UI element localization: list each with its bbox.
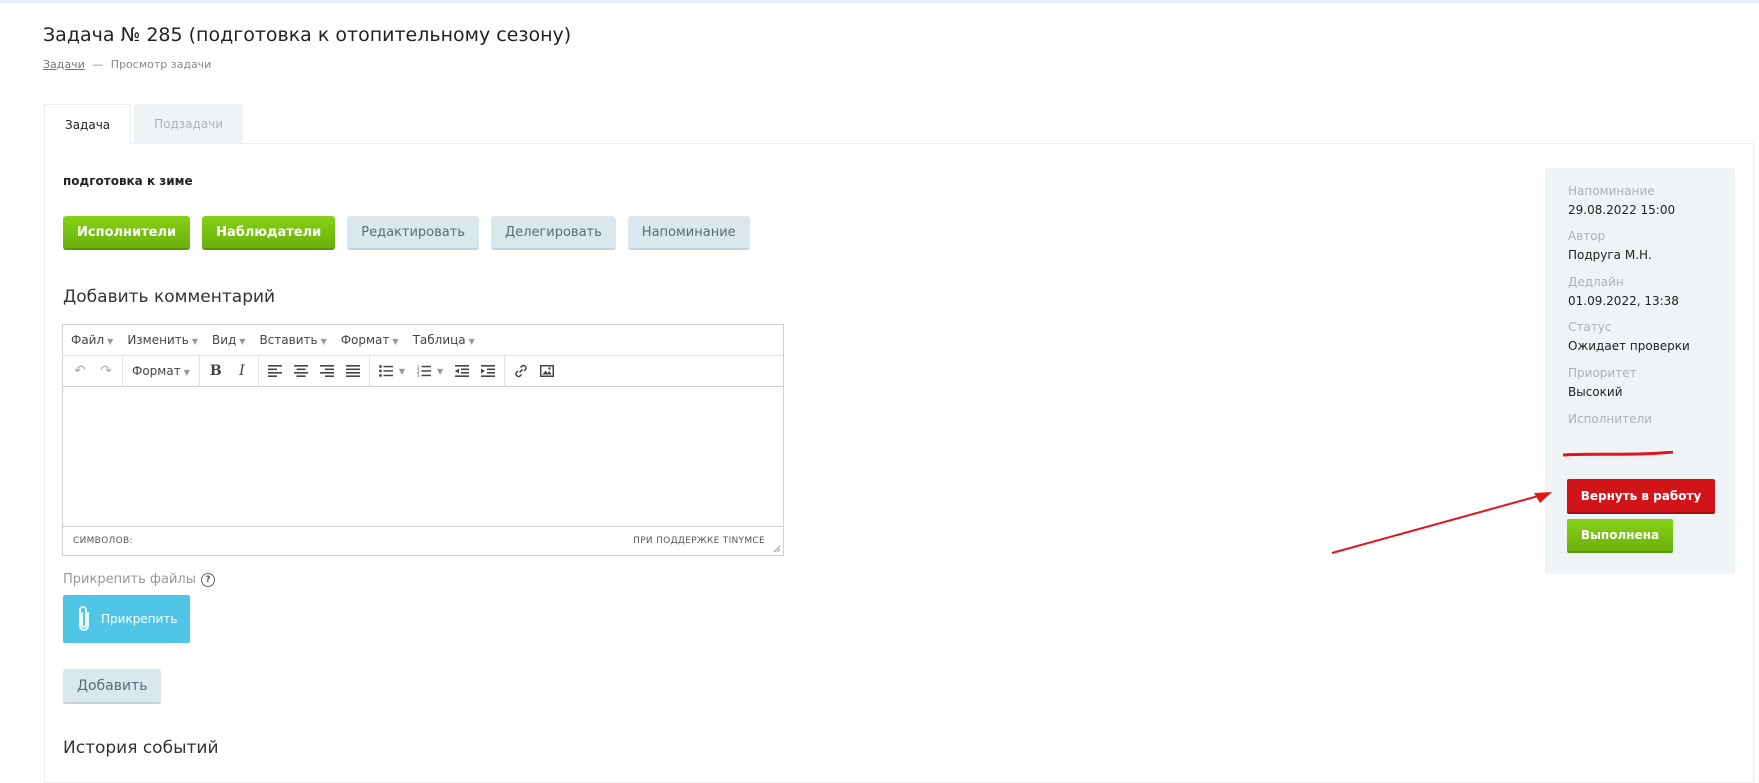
paperclip-icon <box>79 606 89 631</box>
menu-view-label: Вид <box>211 333 237 347</box>
menu-insert[interactable]: Вставить ▼ <box>259 333 326 347</box>
info-priority: Приоритет Высокий <box>1568 366 1637 401</box>
toolbar-divider <box>504 355 506 387</box>
attach-files-text: Прикрепить файлы <box>63 572 196 587</box>
caret-down-icon: ▼ <box>468 337 475 346</box>
breadcrumb-tasks-link[interactable]: Задачи <box>43 58 85 71</box>
menu-file-label: Файл <box>71 333 105 347</box>
info-reminder-value: 29.08.2022 15:00 <box>1568 203 1676 217</box>
menu-edit-label: Изменить <box>127 333 189 347</box>
task-description: подготовка к зиме <box>63 174 193 188</box>
outdent-icon[interactable] <box>449 358 475 384</box>
info-author: Автор Подруга М.Н. <box>1568 229 1652 264</box>
caret-down-icon[interactable]: ▼ <box>399 367 405 376</box>
history-heading: История событий <box>63 738 219 758</box>
caret-down-icon: ▼ <box>239 337 246 346</box>
menu-file[interactable]: Файл ▼ <box>71 333 113 347</box>
menu-edit[interactable]: Изменить ▼ <box>127 333 198 347</box>
resize-handle-icon[interactable] <box>773 545 781 553</box>
info-executors-label: Исполнители <box>1568 412 1652 426</box>
caret-down-icon: ▼ <box>183 368 190 377</box>
undo-icon[interactable]: ↶ <box>67 358 93 384</box>
align-left-icon[interactable] <box>262 358 288 384</box>
menu-format[interactable]: Формат ▼ <box>341 333 399 347</box>
edit-button[interactable]: Редактировать <box>347 216 479 250</box>
help-icon[interactable]: ? <box>201 572 215 587</box>
editor-statusbar: СИМВОЛОВ: ПРИ ПОДДЕРЖКЕ TINYMCE <box>63 527 783 555</box>
info-author-value: Подруга М.Н. <box>1568 248 1652 262</box>
attach-button-label: Прикрепить <box>101 612 178 626</box>
format-dropdown-label: Формат <box>132 364 181 378</box>
menu-table[interactable]: Таблица ▼ <box>413 333 475 347</box>
align-center-icon[interactable] <box>288 358 314 384</box>
caret-down-icon: ▼ <box>320 337 327 346</box>
menu-format-label: Формат <box>340 333 390 347</box>
format-dropdown[interactable]: Формат ▼ <box>126 364 196 378</box>
tabs: Задача Подзадачи <box>44 104 244 145</box>
info-status: Статус Ожидает проверки <box>1568 320 1690 355</box>
executors-button[interactable]: Исполнители <box>63 216 191 250</box>
page-title: Задача № 285 (подготовка к отопительному… <box>43 24 572 46</box>
return-to-work-button[interactable]: Вернуть в работу <box>1567 479 1715 514</box>
bullet-list-icon[interactable] <box>373 358 399 384</box>
caret-down-icon: ▼ <box>392 337 399 346</box>
reminder-button[interactable]: Напоминание <box>627 216 750 250</box>
top-strip <box>0 0 1759 3</box>
info-executors: Исполнители <box>1568 412 1652 427</box>
info-deadline-label: Дедлайн <box>1568 275 1624 289</box>
breadcrumb: Задачи — Просмотр задачи <box>43 58 211 71</box>
comment-text-area[interactable] <box>63 387 783 527</box>
toolbar-divider <box>122 355 123 387</box>
delegate-button[interactable]: Делегировать <box>490 216 616 250</box>
tab-task[interactable]: Задача <box>44 104 132 145</box>
attach-files-label: Прикрепить файлы ? <box>63 572 215 587</box>
align-right-icon[interactable] <box>314 358 340 384</box>
completed-button[interactable]: Выполнена <box>1567 519 1673 553</box>
menu-table-label: Таблица <box>412 333 466 347</box>
tinymce-credit: ПРИ ПОДДЕРЖКЕ TINYMCE <box>633 536 765 546</box>
menu-view[interactable]: Вид ▼ <box>212 333 245 347</box>
add-comment-button[interactable]: Добавить <box>63 669 162 704</box>
editor-toolbar: ↶ ↷ Формат ▼ B I ▼ 123 ▼ <box>63 355 783 387</box>
char-counter: СИМВОЛОВ: <box>73 536 133 546</box>
tab-subtasks[interactable]: Подзадачи <box>134 104 244 144</box>
align-justify-icon[interactable] <box>340 358 366 384</box>
info-author-label: Автор <box>1568 229 1606 243</box>
bold-icon[interactable]: B <box>203 358 229 384</box>
redo-icon[interactable]: ↷ <box>93 358 119 384</box>
caret-down-icon[interactable]: ▼ <box>437 367 443 376</box>
info-deadline: Дедлайн 01.09.2022, 13:38 <box>1568 275 1679 310</box>
toolbar-divider <box>198 355 200 387</box>
annotation-arrow <box>1331 492 1552 554</box>
caret-down-icon: ▼ <box>107 337 114 346</box>
info-reminder-label: Напоминание <box>1568 184 1655 198</box>
breadcrumb-separator: — <box>92 58 104 71</box>
info-priority-label: Приоритет <box>1568 366 1637 380</box>
info-deadline-value: 01.09.2022, 13:38 <box>1568 294 1679 308</box>
svg-text:3: 3 <box>417 373 420 377</box>
comment-heading: Добавить комментарий <box>63 287 276 307</box>
numbered-list-icon[interactable]: 123 <box>411 358 437 384</box>
italic-icon[interactable]: I <box>229 358 255 384</box>
toolbar-divider <box>257 355 259 387</box>
editor-menubar: Файл ▼ Изменить ▼ Вид ▼ Вставить ▼ Формат ▼ Т… <box>63 325 783 356</box>
task-actions: Исполнители Наблюдатели Редактировать Де… <box>63 216 762 250</box>
observers-button[interactable]: Наблюдатели <box>202 216 336 250</box>
breadcrumb-current: Просмотр задачи <box>110 58 212 71</box>
toolbar-divider <box>368 355 370 387</box>
indent-icon[interactable] <box>475 358 501 384</box>
info-status-label: Статус <box>1568 320 1612 334</box>
attach-button[interactable]: Прикрепить <box>63 595 190 643</box>
link-icon[interactable] <box>508 358 534 384</box>
comment-editor: Файл ▼ Изменить ▼ Вид ▼ Вставить ▼ Формат ▼ Т… <box>62 324 784 556</box>
caret-down-icon: ▼ <box>191 337 198 346</box>
image-icon[interactable] <box>534 358 560 384</box>
redaction-mark <box>1563 451 1673 457</box>
info-reminder: Напоминание 29.08.2022 15:00 <box>1568 184 1675 219</box>
info-priority-value: Высокий <box>1568 385 1623 399</box>
info-status-value: Ожидает проверки <box>1568 339 1690 353</box>
menu-insert-label: Вставить <box>259 333 318 347</box>
